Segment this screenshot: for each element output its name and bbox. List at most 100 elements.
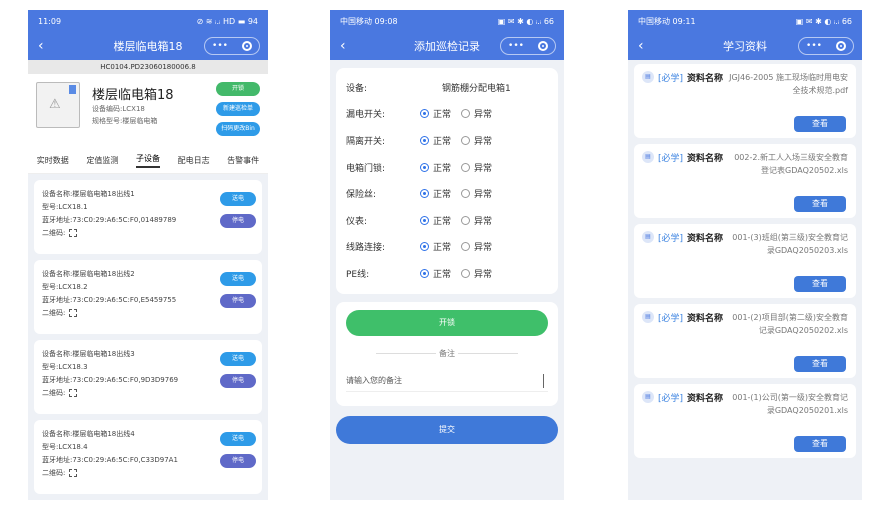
power-on-button[interactable]: 送电 [220, 432, 256, 446]
scan-change-button[interactable]: 扫码更改Bin [216, 122, 260, 136]
radio-normal[interactable]: 正常 [420, 161, 451, 174]
document-icon: ▤ [642, 311, 654, 323]
radio-normal[interactable]: 正常 [420, 107, 451, 120]
power-off-button[interactable]: 停电 [220, 374, 256, 388]
qr-scan-icon[interactable] [69, 309, 78, 317]
status-bar: 11:09 ⊘ ≋ ᵢ.ᵢ HD ▬ 94 [28, 10, 268, 32]
check-label: 隔离开关: [346, 136, 386, 147]
status-time: 11:09 [38, 16, 62, 26]
device-header: ⚠ 楼层临电箱18 设备编码:LCX18 规格型号:楼层临电箱 开锁 新建巡检单… [28, 74, 268, 148]
nav-bar: ‹ 楼层临电箱18 ••• [28, 32, 268, 60]
device-tabs: 实时数据 定值监测 子设备 配电日志 告警事件 [28, 148, 268, 174]
status-icons: ▣ ✉ ✱ ◐ ᵢ.ᵢ 66 [795, 16, 852, 26]
unlock-button[interactable]: 开锁 [346, 310, 548, 336]
check-label: 电箱门锁: [346, 163, 386, 174]
unlock-button[interactable]: 开锁 [216, 82, 260, 96]
close-target-icon[interactable] [241, 41, 252, 51]
more-icon[interactable]: ••• [508, 41, 524, 51]
radio-abnormal[interactable]: 异常 [461, 187, 492, 200]
material-name-label: 资料名称 [687, 394, 724, 404]
material-name-label: 资料名称 [687, 234, 724, 244]
radio-abnormal[interactable]: 异常 [461, 240, 492, 253]
hc-code-bar: HC0104.PD23060180006.8 [28, 60, 268, 74]
material-card: ▤ [必学] 资料名称 JGJ46-2005 施工现场临时用电安全技术规范.pd… [634, 64, 856, 138]
power-on-button[interactable]: 送电 [220, 192, 256, 206]
tab-setpoint[interactable]: 定值监测 [86, 155, 118, 166]
tab-sub-devices[interactable]: 子设备 [135, 153, 160, 168]
material-name: JGJ46-2005 施工现场临时用电安全技术规范.pdf [729, 73, 848, 95]
check-row: 漏电开关: 正常 异常 [346, 101, 548, 128]
radio-abnormal[interactable]: 异常 [461, 134, 492, 147]
power-off-button[interactable]: 停电 [220, 454, 256, 468]
back-icon[interactable]: ‹ [38, 32, 44, 60]
status-icons: ⊘ ≋ ᵢ.ᵢ HD ▬ 94 [196, 16, 258, 26]
back-icon[interactable]: ‹ [340, 32, 346, 60]
sub-device-card: 设备名称:楼层临电箱18出线1 型号:LCX18.1 蓝牙地址:73:C0:29… [34, 180, 262, 254]
radio-normal[interactable]: 正常 [420, 267, 451, 280]
radio-normal[interactable]: 正常 [420, 187, 451, 200]
sub-device-qr-row: 二维码: [42, 387, 254, 400]
remark-placeholder: 请输入您的备注 [346, 376, 402, 385]
check-label: 仪表: [346, 216, 368, 227]
tab-power-log[interactable]: 配电日志 [178, 155, 210, 166]
back-icon[interactable]: ‹ [638, 32, 644, 60]
mini-program-capsule: ••• [500, 37, 556, 55]
check-row: 仪表: 正常 异常 [346, 207, 548, 234]
tab-alarms[interactable]: 告警事件 [227, 155, 259, 166]
close-target-icon[interactable] [835, 41, 846, 51]
radio-normal[interactable]: 正常 [420, 134, 451, 147]
radio-unchecked-icon [461, 109, 471, 119]
radio-abnormal[interactable]: 异常 [461, 267, 492, 280]
check-label: 线路连接: [346, 243, 386, 254]
power-on-button[interactable]: 送电 [220, 272, 256, 286]
qr-scan-icon[interactable] [69, 229, 78, 237]
power-off-button[interactable]: 停电 [220, 294, 256, 308]
radio-checked-icon [420, 215, 429, 225]
material-name-label: 资料名称 [687, 314, 724, 324]
view-button[interactable]: 查看 [794, 116, 846, 132]
view-button[interactable]: 查看 [794, 196, 846, 212]
nav-bar: ‹ 添加巡检记录 ••• [330, 32, 564, 60]
document-icon: ▤ [642, 71, 654, 83]
sub-device-qr-row: 二维码: [42, 307, 254, 320]
power-on-button[interactable]: 送电 [220, 352, 256, 366]
view-button[interactable]: 查看 [794, 276, 846, 292]
more-icon[interactable]: ••• [212, 41, 228, 51]
radio-abnormal[interactable]: 异常 [461, 107, 492, 120]
view-button[interactable]: 查看 [794, 436, 846, 452]
tab-realtime[interactable]: 实时数据 [37, 155, 69, 166]
remark-title: 备注 [439, 349, 455, 358]
check-row: 线路连接: 正常 异常 [346, 234, 548, 261]
radio-abnormal[interactable]: 异常 [461, 161, 492, 174]
more-icon[interactable]: ••• [806, 41, 822, 51]
top-bar: 中国移动 09:08 ▣ ✉ ✱ ◐ ᵢ.ᵢ 66 ‹ 添加巡检记录 ••• [330, 10, 564, 60]
nav-bar: ‹ 学习资料 ••• [628, 32, 862, 60]
radio-checked-icon [420, 189, 429, 199]
remark-input[interactable]: 请输入您的备注 [346, 370, 548, 392]
required-tag: [必学] [658, 314, 684, 324]
sub-device-card: 设备名称:楼层临电箱18出线4 型号:LCX18.4 蓝牙地址:73:C0:29… [34, 420, 262, 494]
check-row: 隔离开关: 正常 异常 [346, 127, 548, 154]
material-name: 001-(2)项目部(第二级)安全教育记录GDAQ2050202.xls [732, 313, 848, 335]
radio-normal[interactable]: 正常 [420, 240, 451, 253]
document-icon: ▤ [642, 151, 654, 163]
material-name: 002-2.新工人入场三级安全教育登记表GDAQ20502.xls [734, 153, 848, 175]
power-off-button[interactable]: 停电 [220, 214, 256, 228]
close-target-icon[interactable] [537, 41, 548, 51]
device-label: 设备: [346, 83, 368, 94]
radio-abnormal[interactable]: 异常 [461, 214, 492, 227]
material-name: 001-(3)班组(第三级)安全教育记录GDAQ2050203.xls [732, 233, 848, 255]
check-label: 漏电开关: [346, 110, 386, 121]
radio-unchecked-icon [461, 268, 471, 278]
mini-program-capsule: ••• [798, 37, 854, 55]
device-code: 设备编码:LCX18 [92, 105, 145, 113]
required-tag: [必学] [658, 234, 684, 244]
new-inspection-button[interactable]: 新建巡检单 [216, 102, 260, 116]
page-title: 楼层临电箱18 [113, 40, 183, 53]
radio-normal[interactable]: 正常 [420, 214, 451, 227]
submit-button[interactable]: 提交 [336, 416, 558, 444]
qr-scan-icon[interactable] [69, 469, 78, 477]
device-value: 钢筋棚分配电箱1 [442, 83, 511, 94]
qr-scan-icon[interactable] [69, 389, 78, 397]
view-button[interactable]: 查看 [794, 356, 846, 372]
